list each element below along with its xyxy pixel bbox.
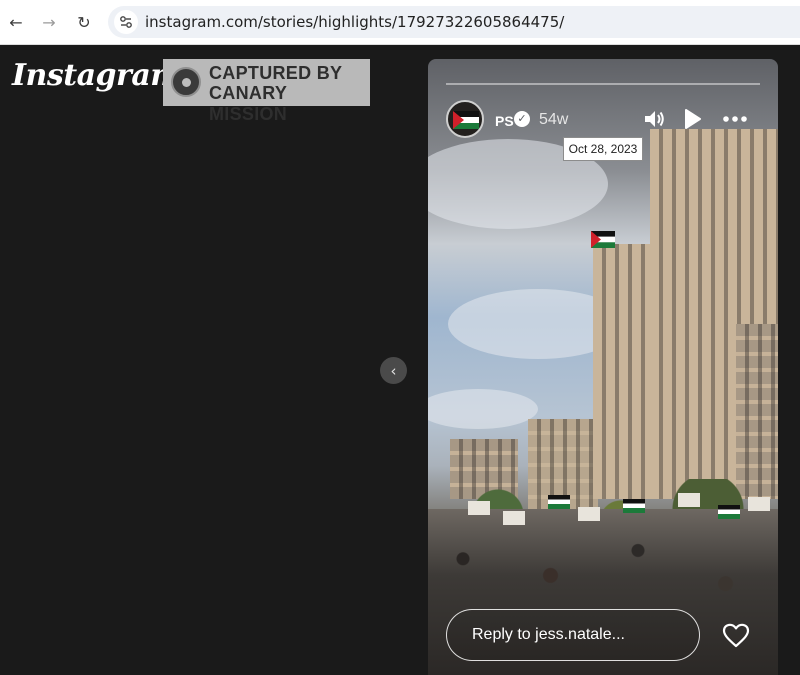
heart-icon[interactable] (722, 623, 750, 649)
verified-badge-icon: ✓ (514, 111, 530, 127)
palestinian-flag-icon (591, 231, 615, 248)
more-icon[interactable] (722, 106, 748, 132)
back-arrow-icon[interactable]: ← (4, 10, 28, 34)
story-username[interactable]: PS (495, 113, 514, 129)
canary-bird-icon (171, 67, 201, 97)
story-time-ago[interactable]: 54w (539, 111, 568, 129)
browser-toolbar: ← → ↻ instagram.com/stories/highlights/1… (0, 0, 800, 45)
cloud (428, 389, 538, 429)
address-bar[interactable]: instagram.com/stories/highlights/1792732… (108, 6, 800, 38)
date-tooltip: Oct 28, 2023 (563, 137, 643, 161)
story-progress-bar (446, 83, 760, 85)
story-viewer[interactable]: PS ✓ 54w Oct 28, 2023 Reply to jess.nata… (428, 59, 778, 675)
volume-icon[interactable] (641, 106, 667, 132)
site-settings-icon[interactable] (114, 10, 138, 34)
reload-icon[interactable]: ↻ (72, 10, 96, 34)
play-icon[interactable] (679, 106, 705, 132)
previous-story-button[interactable]: ‹ (380, 357, 407, 384)
forward-arrow-icon[interactable]: → (37, 10, 61, 34)
watermark-line-2: CANARY MISSION (209, 83, 288, 124)
reply-input[interactable]: Reply to jess.natale... (446, 609, 700, 661)
apartment-building (593, 244, 655, 499)
avatar-flag-icon (453, 111, 479, 129)
protest-signs (428, 489, 778, 549)
chevron-left-icon: ‹ (390, 361, 397, 380)
avatar[interactable] (446, 100, 484, 138)
apartment-building (736, 324, 778, 499)
watermark-line-1: CAPTURED BY (209, 63, 343, 83)
reply-placeholder[interactable]: Reply to jess.natale... (472, 626, 625, 644)
url-text[interactable]: instagram.com/stories/highlights/1792732… (145, 13, 564, 31)
instagram-logo[interactable]: Instagram (12, 58, 182, 93)
canary-mission-watermark: CAPTURED BY CANARY MISSION (163, 59, 370, 124)
